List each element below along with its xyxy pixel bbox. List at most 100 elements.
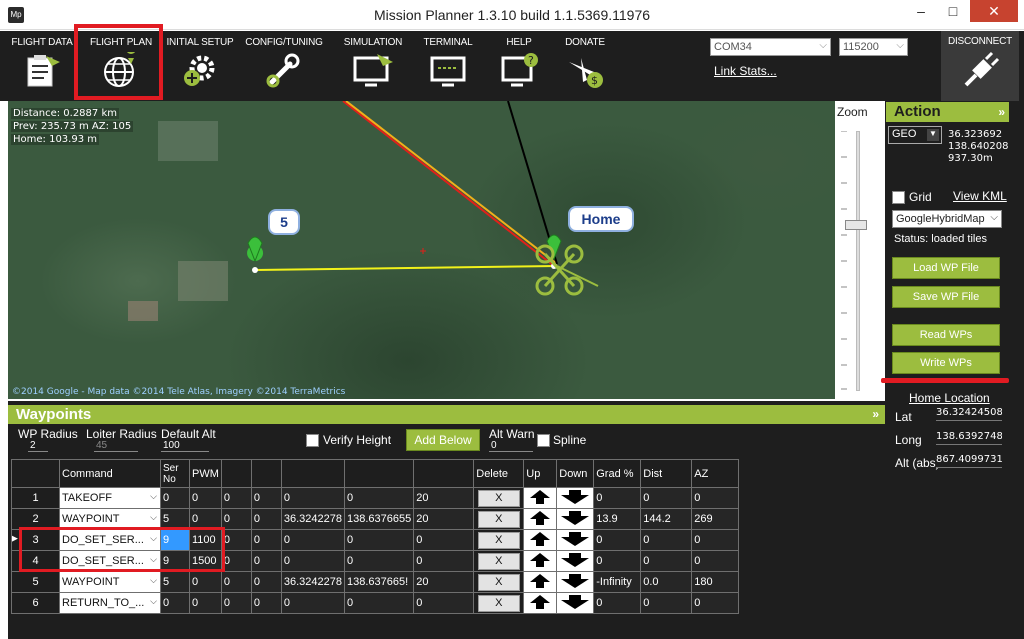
command-select[interactable]: WAYPOINT ⌵ (59, 571, 161, 593)
column-header[interactable]: Delete (473, 459, 525, 488)
param4-cell[interactable]: 0 (250, 571, 282, 593)
lng-cell[interactable]: 0 (344, 592, 415, 614)
column-header[interactable]: Ser No (160, 459, 190, 488)
column-header[interactable]: Command (59, 459, 161, 488)
baud-rate-select[interactable]: 115200 ⌵ (839, 38, 908, 56)
minimize-button[interactable]: – (906, 0, 936, 22)
lng-cell[interactable]: 138.6376655 (344, 508, 415, 530)
wp-radius-field[interactable]: 2 (28, 440, 48, 452)
com-port-select[interactable]: COM34 ⌵ (710, 38, 831, 56)
action-header[interactable]: Action » (886, 102, 1009, 122)
delete-button[interactable]: X (477, 510, 520, 528)
param3-cell[interactable]: 0 (220, 508, 252, 530)
param1-cell[interactable]: 0 (160, 592, 190, 614)
table-row[interactable]: 5 WAYPOINT ⌵ 5 0 0 0 36.3242278 138.637665! 20 X -I… (11, 571, 740, 593)
param4-cell[interactable]: 0 (250, 550, 282, 572)
default-alt-field[interactable]: 100 (161, 440, 209, 452)
menu-terminal[interactable]: TERMINAL (414, 31, 482, 101)
move-up-button[interactable] (523, 592, 558, 614)
lat-cell[interactable]: 0 (280, 592, 346, 614)
lng-cell[interactable]: 0 (344, 550, 415, 572)
home-lat-field[interactable]: 36.3242450840 (936, 407, 1002, 421)
param4-cell[interactable]: 0 (250, 487, 282, 509)
column-header[interactable] (220, 459, 252, 488)
move-down-button[interactable] (556, 508, 595, 530)
column-header[interactable] (250, 459, 282, 488)
move-up-button[interactable] (523, 529, 558, 551)
move-up-button[interactable] (523, 550, 558, 572)
lat-cell[interactable]: 0 (280, 487, 346, 509)
home-alt-field[interactable]: 867.4099731400 (936, 454, 1002, 468)
delete-button[interactable]: X (477, 594, 520, 612)
disconnect-button[interactable]: DISCONNECT (941, 31, 1019, 101)
alt-cell[interactable]: 20 (413, 508, 475, 530)
param1-cell[interactable]: 5 (160, 571, 190, 593)
move-up-button[interactable] (523, 487, 558, 509)
param2-cell[interactable]: 0 (189, 487, 222, 509)
alt-cell[interactable]: 0 (413, 529, 475, 551)
spline-checkbox[interactable] (537, 434, 550, 447)
table-row[interactable]: 6 RETURN_TO_... ⌵ 0 0 0 0 0 0 0 X 0 0 0 (11, 592, 740, 614)
home-long-field[interactable]: 138.6392748300 (936, 431, 1002, 445)
column-header[interactable]: Up (523, 459, 558, 488)
alt-warn-field[interactable]: 0 (489, 440, 533, 452)
command-select[interactable]: RETURN_TO_... ⌵ (59, 592, 161, 614)
menu-help[interactable]: HELP ? (486, 31, 552, 101)
column-header[interactable]: PWM (189, 459, 222, 488)
menu-config-tuning[interactable]: CONFIG/TUNING (240, 31, 328, 101)
param3-cell[interactable]: 0 (220, 550, 252, 572)
column-header[interactable] (344, 459, 415, 488)
menu-simulation[interactable]: SIMULATION (334, 31, 412, 101)
map-type-select[interactable]: GoogleHybridMap ⌵ (892, 210, 1002, 228)
column-header[interactable] (280, 459, 346, 488)
lat-cell[interactable]: 36.3242278 (280, 508, 346, 530)
delete-button[interactable]: X (477, 531, 520, 549)
delete-button[interactable]: X (477, 552, 520, 570)
move-down-button[interactable] (556, 550, 595, 572)
alt-cell[interactable]: 0 (413, 592, 475, 614)
view-kml-link[interactable]: View KML (953, 189, 1007, 203)
param3-cell[interactable]: 0 (220, 571, 252, 593)
lng-cell[interactable]: 138.637665! (344, 571, 415, 593)
column-header[interactable]: Dist (640, 459, 693, 488)
move-up-button[interactable] (523, 508, 558, 530)
lat-cell[interactable]: 0 (280, 529, 346, 551)
row-number[interactable]: 1 (11, 487, 60, 509)
read-wps-button[interactable]: Read WPs (892, 324, 1000, 346)
param2-cell[interactable]: 0 (189, 571, 222, 593)
waypoints-header[interactable]: Waypoints » (8, 405, 885, 424)
menu-initial-setup[interactable]: INITIAL SETUP (164, 31, 236, 101)
delete-button[interactable]: X (477, 489, 520, 507)
table-row[interactable]: 1 TAKEOFF ⌵ 0 0 0 0 0 0 20 X 0 0 0 (11, 487, 740, 509)
param3-cell[interactable]: 0 (220, 529, 252, 551)
param1-cell[interactable]: 0 (160, 487, 190, 509)
move-down-button[interactable] (556, 487, 595, 509)
load-wp-file-button[interactable]: Load WP File (892, 257, 1000, 279)
param4-cell[interactable]: 0 (250, 508, 282, 530)
loiter-radius-field[interactable]: 45 (94, 440, 138, 452)
menu-donate[interactable]: DONATE $ (556, 31, 614, 101)
collapse-chevron-icon[interactable]: » (872, 405, 879, 424)
column-header[interactable]: AZ (691, 459, 740, 488)
alt-cell[interactable]: 0 (413, 550, 475, 572)
zoom-slider-track[interactable] (856, 131, 860, 391)
maximize-button[interactable]: □ (938, 0, 968, 22)
param4-cell[interactable]: 0 (250, 529, 282, 551)
alt-cell[interactable]: 20 (413, 487, 475, 509)
param4-cell[interactable]: 0 (250, 592, 282, 614)
column-header[interactable]: Down (556, 459, 595, 488)
move-down-button[interactable] (556, 529, 595, 551)
column-header[interactable]: Grad % (593, 459, 642, 488)
lng-cell[interactable]: 0 (344, 529, 415, 551)
delete-button[interactable]: X (477, 573, 520, 591)
alt-cell[interactable]: 20 (413, 571, 475, 593)
verify-height-checkbox[interactable] (306, 434, 319, 447)
waypoint-5-label[interactable]: 5 (268, 209, 300, 235)
row-number[interactable]: 6 (11, 592, 60, 614)
collapse-chevron-icon[interactable]: » (998, 102, 1005, 122)
param3-cell[interactable]: 0 (220, 592, 252, 614)
menu-flight-data[interactable]: FLIGHT DATA (8, 31, 76, 101)
write-wps-button[interactable]: Write WPs (892, 352, 1000, 374)
move-down-button[interactable] (556, 592, 595, 614)
close-button[interactable]: ✕ (970, 0, 1018, 22)
